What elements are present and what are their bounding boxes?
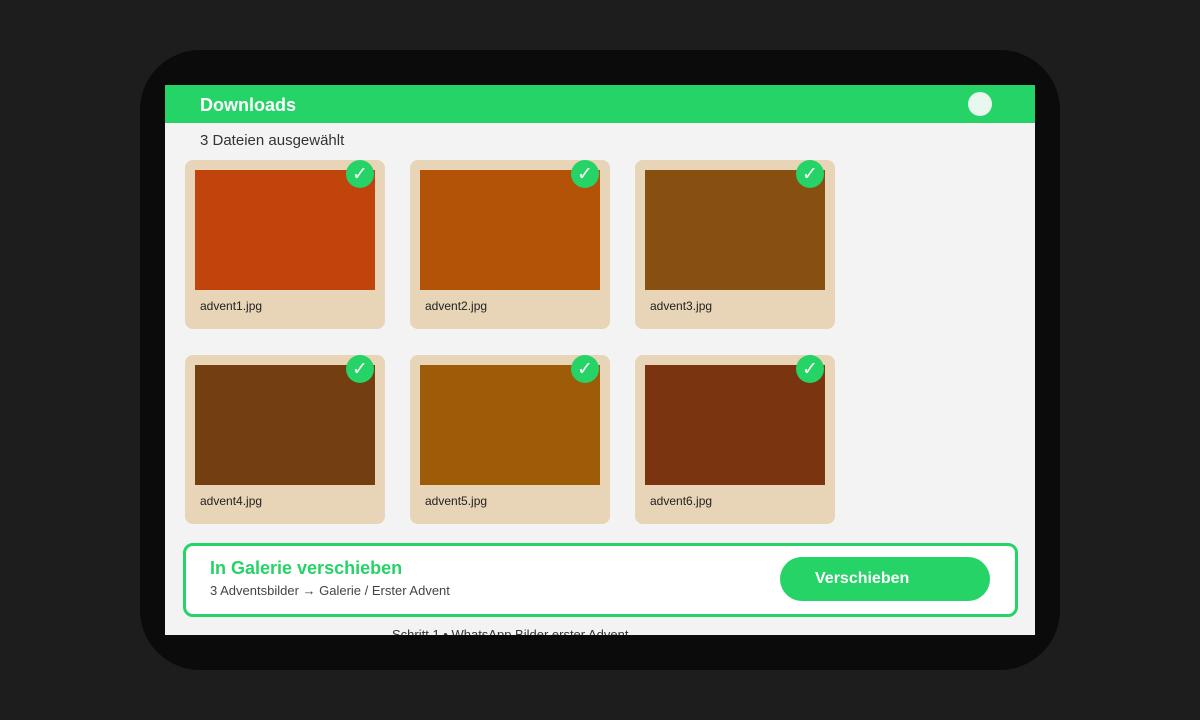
file-name: advent6.jpg (650, 494, 713, 508)
file-card-advent2[interactable]: advent2.jpg ✓ (410, 160, 610, 329)
file-card-advent4[interactable]: advent4.jpg ✓ (185, 355, 385, 524)
checkmark-icon[interactable]: ✓ (346, 160, 374, 188)
checkmark-icon[interactable]: ✓ (796, 355, 824, 383)
checkmark-icon[interactable]: ✓ (571, 160, 599, 188)
checkmark-icon[interactable]: ✓ (796, 160, 824, 188)
checkmark-icon[interactable]: ✓ (571, 355, 599, 383)
file-card-advent3[interactable]: advent3.jpg ✓ (635, 160, 835, 329)
profile-avatar[interactable] (968, 92, 992, 116)
file-card-advent1[interactable]: advent1.jpg ✓ (185, 160, 385, 329)
file-name: advent5.jpg (425, 494, 488, 508)
checkmark-icon[interactable]: ✓ (346, 355, 374, 383)
footer-caption: Schritt 1 • WhatsApp Bilder erster Adven… (392, 627, 629, 635)
file-name: advent1.jpg (200, 299, 263, 313)
image-thumbnail (195, 170, 375, 290)
move-to-gallery-panel: In Galerie verschieben 3 Adventsbilder →… (183, 543, 1018, 617)
app-screen: Downloads 3 Dateien ausgewählt advent1.j… (165, 85, 1035, 635)
image-thumbnail (645, 365, 825, 485)
file-name: advent4.jpg (200, 494, 263, 508)
image-thumbnail (645, 170, 825, 290)
move-button[interactable]: Verschieben (780, 557, 990, 601)
file-name: advent2.jpg (425, 299, 488, 313)
move-panel-subtitle: 3 Adventsbilder → Galerie / Erster Adven… (210, 583, 450, 598)
app-bar-title: Downloads (200, 95, 297, 115)
app-bar: Downloads (165, 85, 1035, 123)
image-thumbnail (195, 365, 375, 485)
file-card-advent5[interactable]: advent5.jpg ✓ (410, 355, 610, 524)
move-panel-title: In Galerie verschieben (210, 558, 403, 578)
selection-count: 3 Dateien ausgewählt (200, 132, 345, 149)
file-card-advent6[interactable]: advent6.jpg ✓ (635, 355, 835, 524)
file-name: advent3.jpg (650, 299, 713, 313)
image-thumbnail (420, 365, 600, 485)
image-thumbnail (420, 170, 600, 290)
